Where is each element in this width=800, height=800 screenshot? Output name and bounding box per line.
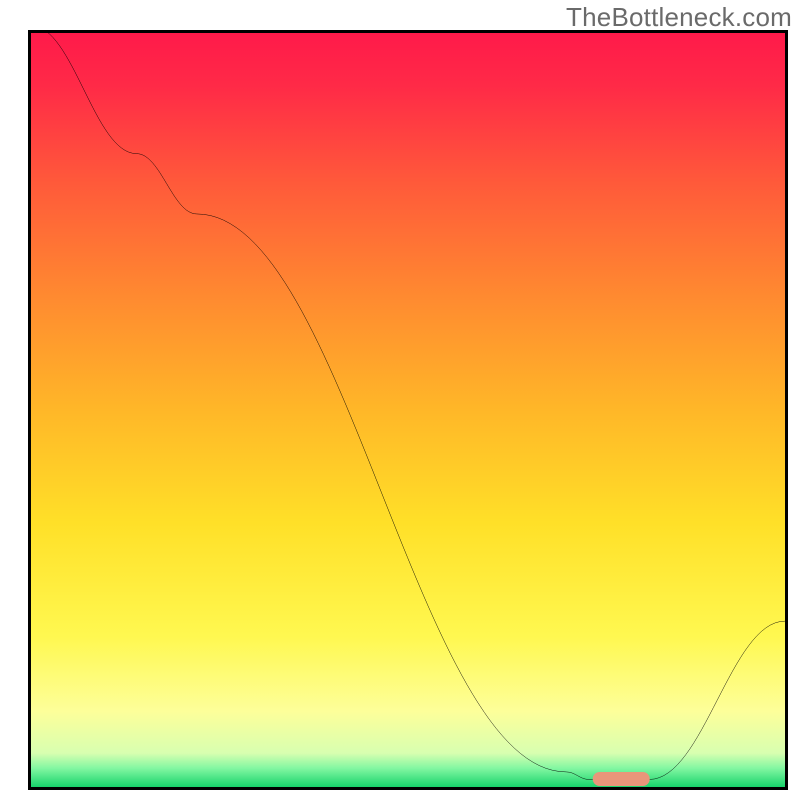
gradient-rect (31, 33, 785, 787)
chart-frame: TheBottleneck.com (0, 0, 800, 800)
watermark-text: TheBottleneck.com (566, 2, 792, 33)
plot-svg (31, 33, 785, 787)
optimal-marker (593, 772, 650, 786)
plot-area (28, 30, 788, 790)
